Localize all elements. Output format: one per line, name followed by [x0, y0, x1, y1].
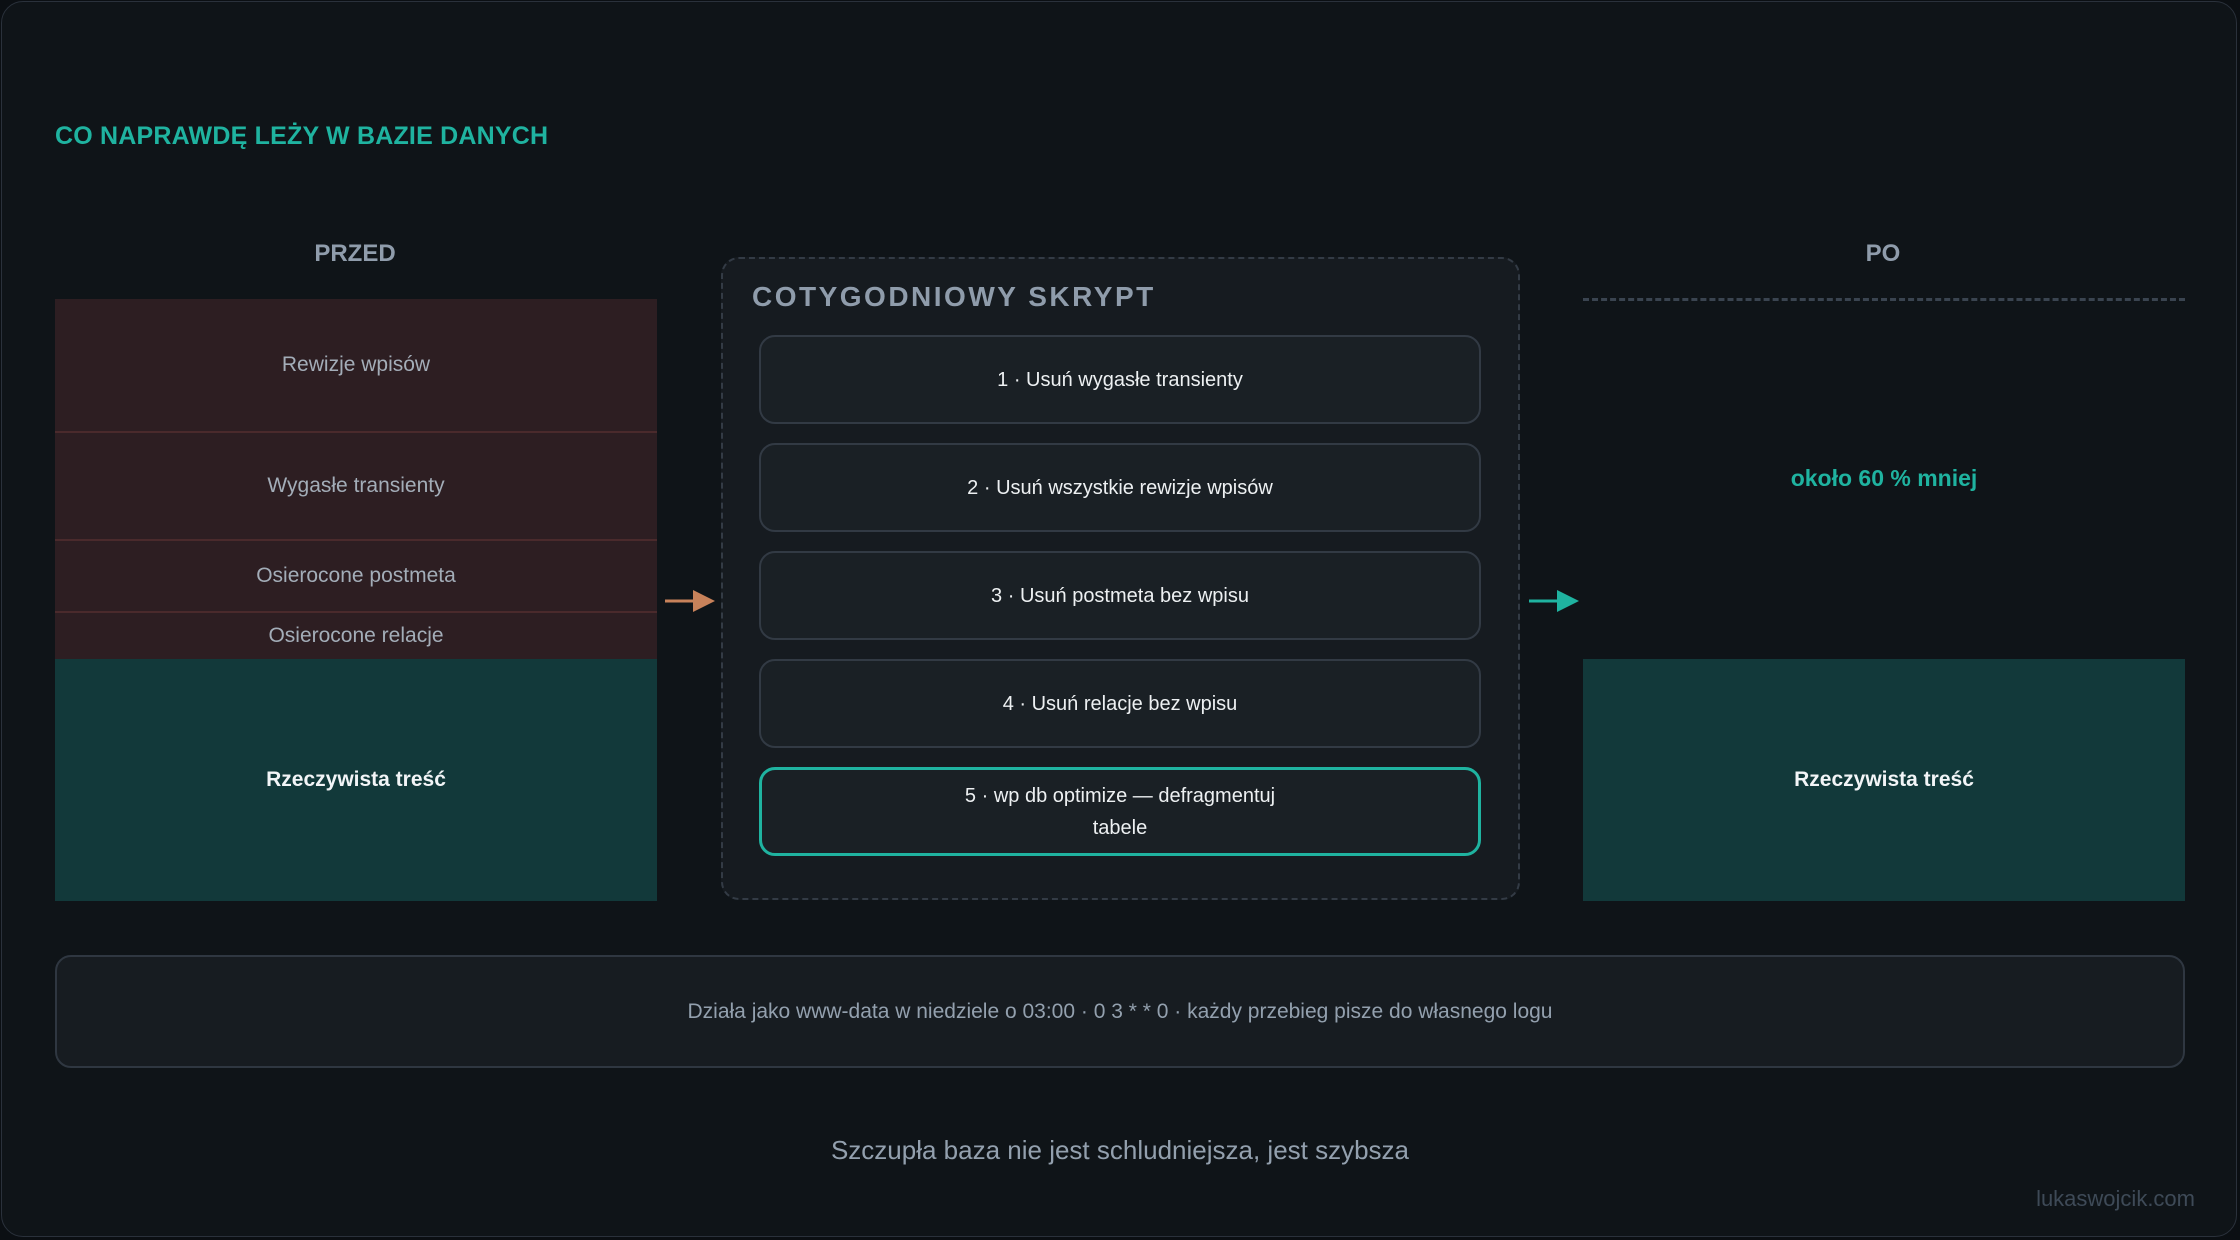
- segment-expired-transients: Wygasłe transienty: [55, 433, 657, 541]
- segment-orphaned-postmeta: Osierocone postmeta: [55, 541, 657, 613]
- arrow-out-icon: [1529, 590, 1579, 612]
- after-removed-outline: [1583, 298, 2185, 301]
- step-5-label: 5 · wp db optimize — defragmentuj tabele: [964, 784, 1276, 839]
- schedule-info-bar: Działa jako www-data w niedziele o 03:00…: [55, 955, 2185, 1068]
- step-2: 2 · Usuń wszystkie rewizje wpisów: [759, 443, 1481, 532]
- step-5: 5 · wp db optimize — defragmentuj tabele: [759, 767, 1481, 856]
- after-title: PO: [1865, 240, 1901, 267]
- after-reduction-note: około 60 % mniej: [1790, 465, 1978, 491]
- segment-post-revisions: Rewizje wpisów: [55, 299, 657, 433]
- step-1: 1 · Usuń wygasłe transienty: [759, 335, 1481, 424]
- arrow-in-icon: [665, 590, 715, 612]
- segment-orphaned-relations: Osierocone relacje: [55, 613, 657, 659]
- before-title: PRZED: [314, 240, 396, 267]
- step-4: 4 · Usuń relacje bez wpisu: [759, 659, 1481, 748]
- before-stack: Rewizje wpisów Wygasłe transienty Osiero…: [55, 299, 657, 901]
- after-real-content: Rzeczywista treść: [1583, 659, 2185, 901]
- script-title: COTYGODNIOWY SKRYPT: [752, 281, 1156, 312]
- credit: lukaswojcik.com: [2036, 1186, 2195, 1211]
- segment-real-content: Rzeczywista treść: [55, 659, 657, 901]
- diagram-heading: CO NAPRAWDĘ LEŻY W BAZIE DANYCH: [55, 122, 549, 150]
- step-3: 3 · Usuń postmeta bez wpisu: [759, 551, 1481, 640]
- tagline: Szczupła baza nie jest schludniejsza, je…: [830, 1135, 1410, 1165]
